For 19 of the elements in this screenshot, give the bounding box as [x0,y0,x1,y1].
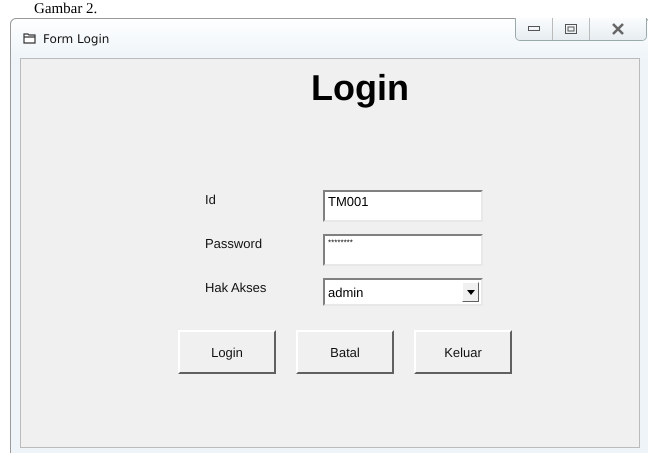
form-button[interactable]: Batal [296,330,394,374]
close-button[interactable] [590,18,646,40]
password-field[interactable]: ******** [323,234,483,266]
maximize-button[interactable] [553,18,590,40]
field-label: Id [205,191,217,207]
field-label: Hak Akses [205,279,268,295]
dropdown[interactable]: admin [323,278,483,306]
form-heading: Login [311,67,409,110]
form-button[interactable]: Login [178,330,276,374]
window-title: Form Login [43,32,110,46]
minimize-icon [528,26,540,32]
text-field[interactable]: TM001 [323,190,483,222]
figure-caption: Gambar 2. [34,1,98,17]
minimize-button[interactable] [516,18,553,40]
form-icon [23,32,37,45]
maximize-icon [565,24,577,34]
field-label: Password [205,235,264,251]
close-icon [611,23,625,35]
form-button[interactable]: Keluar [414,330,512,374]
